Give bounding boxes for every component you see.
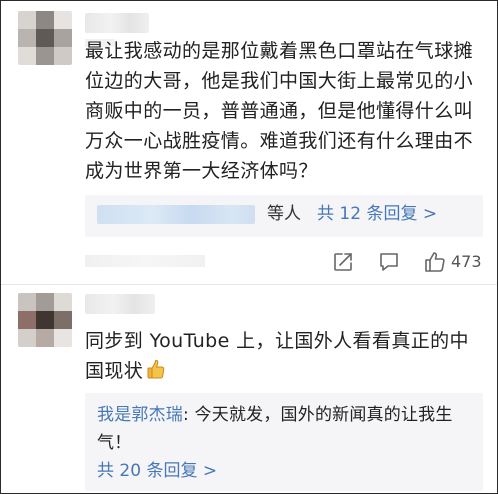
- top-reply: 我是郭杰瑞: 今天就发，国外的新闻真的让我生气！: [97, 401, 473, 457]
- reply-separator: :: [183, 405, 195, 425]
- thumbs-up-emoji-icon: [146, 358, 166, 389]
- replies-suffix: 等人: [267, 204, 301, 224]
- avatar[interactable]: [18, 11, 72, 65]
- comment-text-content: 同步到 YouTube 上，让国外人看看真正的中国现状: [85, 330, 469, 382]
- comment-action-bar: 473: [85, 246, 485, 276]
- view-replies-link[interactable]: 共 20 条回复 >: [97, 459, 217, 483]
- reply-preview-box[interactable]: 我是郭杰瑞: 今天就发，国外的新闻真的让我生气！ 共 20 条回复 >: [85, 393, 483, 491]
- like-count: 473: [451, 252, 482, 271]
- comment-item: 最让我感动的是那位戴着黑色口罩站在气球摊位边的大哥，他是我们中国大街上最常见的小…: [1, 1, 497, 283]
- timestamp-blurred: [85, 255, 205, 267]
- reply-usernames-blurred: [97, 205, 255, 224]
- username-blurred[interactable]: [85, 294, 155, 314]
- comment-text: 同步到 YouTube 上，让国外人看看真正的中国现状: [85, 326, 485, 389]
- share-icon[interactable]: [331, 250, 355, 274]
- reply-author-link[interactable]: 我是郭杰瑞: [97, 405, 183, 425]
- replies-summary-box[interactable]: 等人 共 12 条回复 >: [85, 195, 483, 237]
- comment-text: 最让我感动的是那位戴着黑色口罩站在气球摊位边的大哥，他是我们中国大街上最常见的小…: [85, 40, 474, 182]
- like-icon[interactable]: [423, 250, 447, 274]
- comment-icon[interactable]: [377, 250, 401, 274]
- view-replies-link[interactable]: 共 12 条回复 >: [317, 202, 437, 226]
- comment-divider: [1, 284, 497, 285]
- avatar[interactable]: [18, 293, 72, 347]
- comment-list: 最让我感动的是那位戴着黑色口罩站在气球摊位边的大哥，他是我们中国大街上最常见的小…: [0, 0, 498, 494]
- username-blurred[interactable]: [85, 13, 149, 33]
